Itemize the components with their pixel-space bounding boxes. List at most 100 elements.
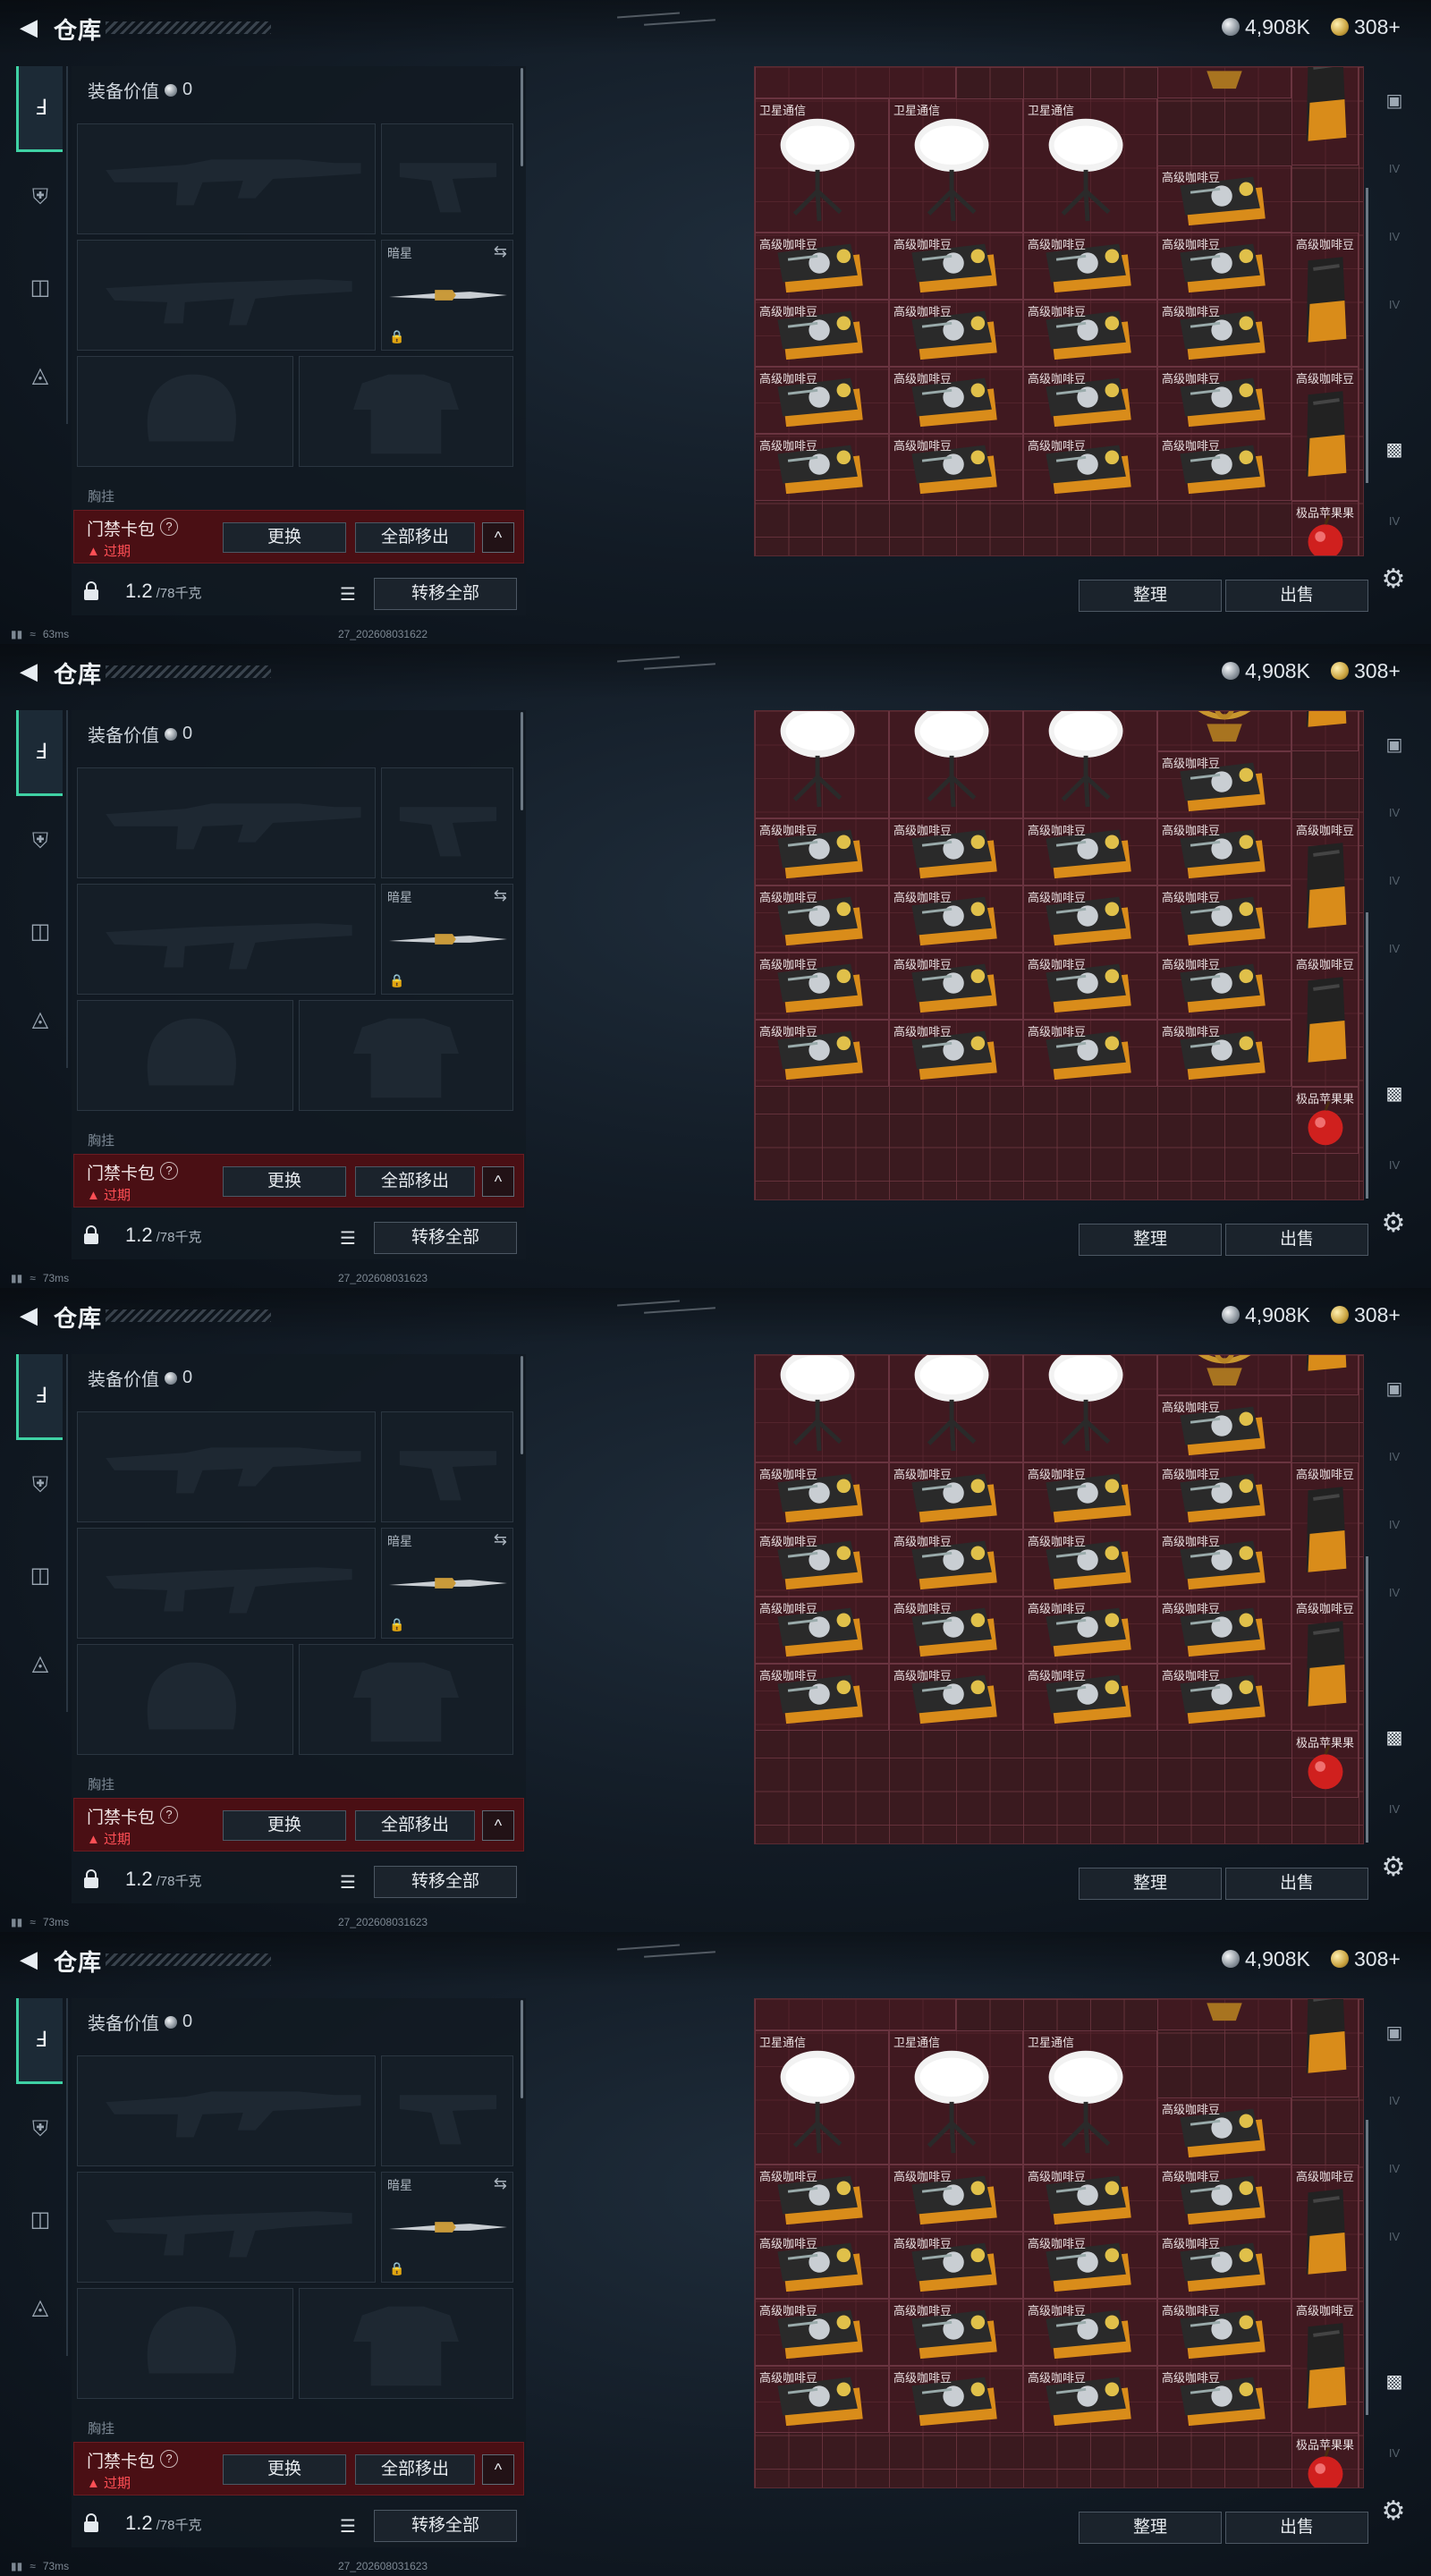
transfer-all-button[interactable]: 转移全部 — [374, 2510, 517, 2542]
bag-item[interactable]: 高级咖啡豆 — [1291, 2165, 1359, 2299]
coffee-item[interactable]: 高级咖啡豆 — [1023, 953, 1157, 1020]
coffee-item[interactable]: 高级咖啡豆 — [1023, 1462, 1157, 1530]
list-icon[interactable]: ☰ — [340, 583, 356, 606]
coffee-item[interactable]: 高级咖啡豆 — [1157, 300, 1291, 367]
apple-item[interactable]: 极品苹果果 — [1291, 501, 1359, 555]
tier-iv-icon[interactable]: IV — [1377, 2152, 1411, 2186]
bag-item[interactable] — [1291, 1355, 1359, 1395]
coffee-item[interactable]: 高级咖啡豆 — [889, 1530, 1023, 1597]
coffee-item[interactable]: 高级咖啡豆 — [889, 1597, 1023, 1664]
sort-button[interactable]: 整理 — [1079, 2512, 1222, 2544]
weapon-tab-icon[interactable]: Ⅎ — [16, 1354, 63, 1440]
satellite-item[interactable]: 卫星通信 — [889, 98, 1023, 233]
bag-item[interactable]: 高级咖啡豆 — [1291, 367, 1359, 501]
back-arrow-icon[interactable]: ◀ — [14, 1945, 43, 1973]
bag-item[interactable]: 高级咖啡豆 — [1291, 67, 1359, 165]
helmet-slot[interactable] — [77, 1000, 293, 1111]
help-icon[interactable]: ? — [160, 2450, 178, 2468]
coffee-item[interactable]: 高级咖啡豆 — [755, 2232, 889, 2299]
equipment-scrollbar[interactable] — [521, 712, 523, 810]
gold-currency[interactable]: 308+ — [1331, 658, 1401, 683]
sort-button[interactable]: 整理 — [1079, 1868, 1222, 1900]
coffee-item[interactable]: 高级咖啡豆 — [1023, 1020, 1157, 1087]
equipment-scrollbar[interactable] — [521, 1356, 523, 1454]
bag-item[interactable]: 高级咖啡豆 — [1291, 818, 1359, 953]
coffee-item[interactable]: 高级咖啡豆 — [1157, 751, 1291, 818]
remove-all-button[interactable]: 全部移出 — [355, 522, 475, 553]
coffee-item[interactable]: 高级咖啡豆 — [755, 233, 889, 300]
satellite-item[interactable]: 卫星通信 — [889, 1355, 1023, 1462]
coffee-item[interactable]: 高级咖啡豆 — [1157, 233, 1291, 300]
primary-weapon-slot[interactable] — [77, 2055, 376, 2166]
remove-all-button[interactable]: 全部移出 — [355, 1810, 475, 1841]
sell-button[interactable]: 出售 — [1225, 580, 1368, 612]
pistol-slot[interactable] — [381, 123, 513, 234]
coffee-item[interactable]: 高级咖啡豆 — [755, 953, 889, 1020]
coffee-item[interactable]: 高级咖啡豆 — [889, 2232, 1023, 2299]
coffee-item[interactable]: 高级咖啡豆 — [1157, 2165, 1291, 2232]
armor-tab-icon[interactable]: ⛨ — [18, 819, 63, 864]
satellite-item[interactable]: 卫星通信 — [755, 98, 889, 233]
coffee-item[interactable]: 高级咖啡豆 — [1157, 2299, 1291, 2366]
tier-iv-icon[interactable]: IV — [1377, 220, 1411, 254]
coffee-item[interactable]: 高级咖啡豆 — [1023, 233, 1157, 300]
coffee-item[interactable]: 高级咖啡豆 — [1157, 1020, 1291, 1087]
coffee-item[interactable]: 高级咖啡豆 — [1157, 165, 1291, 233]
body-armor-slot[interactable] — [299, 1644, 513, 1755]
satellite-item[interactable]: 卫星通信 — [1023, 1355, 1157, 1462]
tier-iv-icon[interactable]: IV — [1377, 2084, 1411, 2118]
grid-scrollbar[interactable] — [1366, 2120, 1368, 2415]
coffee-item[interactable]: 高级咖啡豆 — [1157, 1597, 1291, 1664]
primary-weapon-slot[interactable] — [77, 1411, 376, 1522]
satellite-item[interactable]: 卫星通信 — [755, 711, 889, 818]
help-icon[interactable]: ? — [160, 1162, 178, 1180]
bust-item[interactable] — [755, 67, 956, 98]
help-icon[interactable]: ? — [160, 1806, 178, 1824]
gold-currency[interactable]: 308+ — [1331, 1946, 1401, 1971]
helmet-slot[interactable] — [77, 1644, 293, 1755]
transfer-all-button[interactable]: 转移全部 — [374, 1222, 517, 1254]
gold-currency[interactable]: 308+ — [1331, 14, 1401, 39]
coffee-item[interactable]: 高级咖啡豆 — [889, 953, 1023, 1020]
satellite-item[interactable]: 卫星通信 — [889, 2030, 1023, 2165]
tier-iv-icon[interactable]: IV — [1377, 1508, 1411, 1542]
weapon-tab-icon[interactable]: Ⅎ — [16, 66, 63, 152]
consumable-tab-icon[interactable]: ◫ — [18, 1553, 63, 1597]
melee-slot[interactable]: 暗星 ⇆ 🔒 — [381, 2172, 513, 2283]
coffee-item[interactable]: 高级咖啡豆 — [889, 1462, 1023, 1530]
globe-item[interactable] — [1157, 1355, 1291, 1395]
primary-weapon-slot[interactable] — [77, 123, 376, 234]
coffee-item[interactable]: 高级咖啡豆 — [1023, 2165, 1157, 2232]
coffee-item[interactable]: 高级咖啡豆 — [889, 2165, 1023, 2232]
coffee-item[interactable]: 高级咖啡豆 — [1157, 818, 1291, 886]
coffee-item[interactable]: 高级咖啡豆 — [889, 2366, 1023, 2433]
bag-item[interactable]: 高级咖啡豆 — [1291, 953, 1359, 1087]
tier-iv-icon[interactable]: IV — [1377, 1576, 1411, 1610]
melee-slot[interactable]: 暗星 ⇆ 🔒 — [381, 1528, 513, 1639]
body-armor-slot[interactable] — [299, 356, 513, 467]
bag-item[interactable] — [1291, 711, 1359, 751]
coffee-item[interactable]: 高级咖啡豆 — [755, 2165, 889, 2232]
tier-iv-icon[interactable]: IV — [1377, 152, 1411, 186]
globe-item[interactable] — [1157, 711, 1291, 751]
bag-tab-icon[interactable]: ◬ — [18, 352, 63, 397]
coffee-item[interactable]: 高级咖啡豆 — [1157, 1530, 1291, 1597]
coffee-item[interactable]: 高级咖啡豆 — [889, 434, 1023, 501]
storage-box-icon[interactable]: ▩ — [1377, 2365, 1411, 2399]
coffee-item[interactable]: 高级咖啡豆 — [1157, 2232, 1291, 2299]
remove-all-button[interactable]: 全部移出 — [355, 2454, 475, 2485]
coffee-item[interactable]: 高级咖啡豆 — [1023, 1597, 1157, 1664]
coffee-item[interactable]: 高级咖啡豆 — [755, 1530, 889, 1597]
coffee-item[interactable]: 高级咖啡豆 — [1023, 2232, 1157, 2299]
tier-iv-icon[interactable]: IV — [1377, 288, 1411, 322]
consumable-tab-icon[interactable]: ◫ — [18, 265, 63, 309]
gold-currency[interactable]: 308+ — [1331, 1302, 1401, 1327]
secondary-weapon-slot[interactable] — [77, 2172, 376, 2283]
coffee-item[interactable]: 高级咖啡豆 — [1023, 2366, 1157, 2433]
coffee-item[interactable]: 高级咖啡豆 — [1157, 1462, 1291, 1530]
transfer-all-button[interactable]: 转移全部 — [374, 578, 517, 610]
coffee-item[interactable]: 高级咖啡豆 — [1023, 367, 1157, 434]
secondary-weapon-slot[interactable] — [77, 240, 376, 351]
tier-iv-icon[interactable]: IV — [1377, 2436, 1411, 2470]
coffee-item[interactable]: 高级咖啡豆 — [889, 300, 1023, 367]
